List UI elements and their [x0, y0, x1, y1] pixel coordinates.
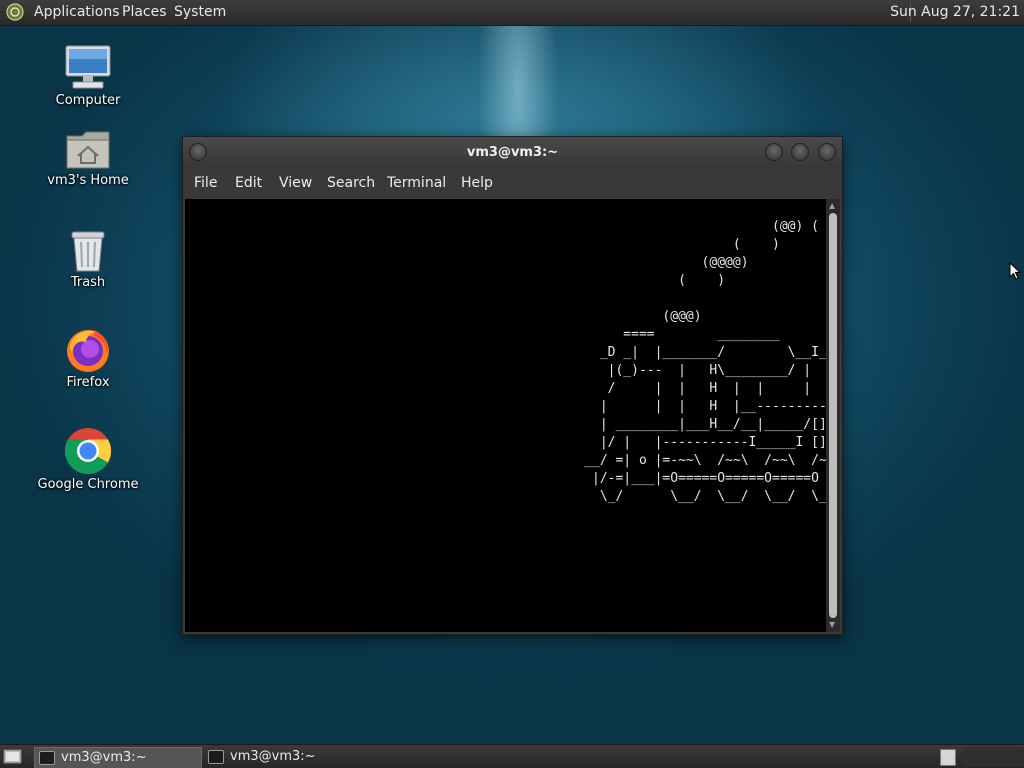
- mouse-cursor-icon: [1009, 262, 1021, 280]
- menu-terminal[interactable]: Terminal: [387, 175, 446, 191]
- menu-applications[interactable]: Applications: [34, 4, 120, 20]
- window-title: vm3@vm3:~: [466, 145, 559, 160]
- desktop-icon-home[interactable]: vm3's Home: [33, 128, 143, 188]
- scroll-down-icon[interactable]: ▼: [829, 620, 835, 629]
- clock[interactable]: Sun Aug 27, 21:21: [890, 4, 1020, 20]
- menu-system[interactable]: System: [174, 4, 226, 20]
- menu-file[interactable]: File: [194, 175, 217, 191]
- desktop-icon-label: Computer: [55, 93, 121, 108]
- home-folder-icon: [66, 131, 110, 169]
- desktop-icon-firefox[interactable]: Firefox: [33, 326, 143, 390]
- bottom-panel: vm3@vm3:~ vm3@vm3:~: [0, 744, 1024, 768]
- desktop: Applications Places System Sun Aug 27, 2…: [0, 0, 1024, 768]
- menu-edit[interactable]: Edit: [235, 175, 262, 191]
- distro-logo-icon[interactable]: [6, 3, 24, 21]
- menu-search[interactable]: Search: [327, 175, 375, 191]
- window-titlebar[interactable]: vm3@vm3:~: [183, 137, 842, 169]
- terminal-icon: [39, 751, 55, 765]
- desktop-icon-chrome[interactable]: Google Chrome: [33, 426, 143, 492]
- desktop-icon-computer[interactable]: Computer: [33, 44, 143, 108]
- terminal-scrollbar[interactable]: ▲ ▼: [826, 199, 840, 632]
- minimize-button[interactable]: [765, 143, 783, 161]
- maximize-button[interactable]: [791, 143, 809, 161]
- terminal-icon: [208, 750, 224, 764]
- desktop-icon-label: Firefox: [66, 375, 110, 390]
- workspace-switcher[interactable]: [940, 749, 956, 766]
- desktop-icon-trash[interactable]: Trash: [33, 228, 143, 290]
- firefox-icon: [67, 330, 109, 372]
- desktop-icon-label: Google Chrome: [37, 477, 139, 492]
- chrome-icon: [64, 428, 112, 475]
- desktop-icon-label: Trash: [70, 275, 106, 290]
- scrollbar-thumb[interactable]: [829, 213, 837, 618]
- menu-places[interactable]: Places: [122, 4, 167, 20]
- menu-view[interactable]: View: [279, 175, 312, 191]
- taskbar-item-terminal[interactable]: vm3@vm3:~: [204, 747, 370, 767]
- top-panel: Applications Places System Sun Aug 27, 2…: [0, 0, 1024, 26]
- terminal-output[interactable]: (@@) ( ) (@) ( ) ( ) (@@@@): [185, 199, 826, 632]
- terminal-window[interactable]: vm3@vm3:~ File Edit View Search Terminal…: [182, 136, 843, 635]
- taskbar-item-label: vm3@vm3:~: [61, 750, 147, 765]
- trash-icon: [71, 231, 105, 272]
- close-button[interactable]: [818, 143, 836, 161]
- computer-icon: [65, 45, 111, 89]
- sl-train-ascii-art: (@@) ( ) (@) ( ) ( ) (@@@@): [584, 219, 826, 504]
- workspace-switcher-area[interactable]: [963, 747, 1024, 767]
- taskbar-item-terminal-active[interactable]: vm3@vm3:~: [34, 747, 202, 768]
- menu-help[interactable]: Help: [461, 175, 493, 191]
- scroll-up-icon[interactable]: ▲: [829, 201, 835, 210]
- taskbar-item-label: vm3@vm3:~: [230, 749, 316, 764]
- terminal-menubar: File Edit View Search Terminal Help: [183, 169, 842, 199]
- desktop-icon-label: vm3's Home: [47, 173, 129, 188]
- show-desktop-icon[interactable]: [2, 747, 24, 767]
